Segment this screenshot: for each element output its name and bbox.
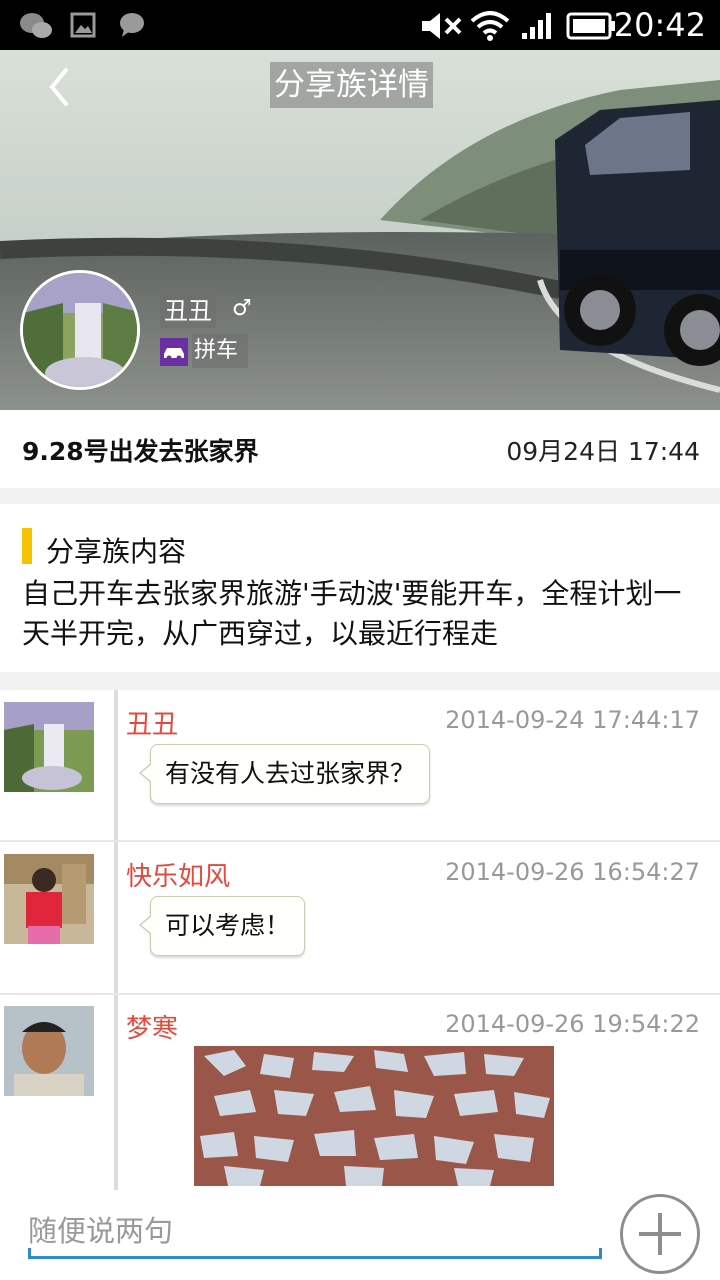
comment-author: 梦寒 <box>126 1014 179 1044</box>
row-divider <box>0 840 720 842</box>
input-underline-edge <box>599 1248 602 1259</box>
content-body: 自己开车去张家界旅游'手动波'要能开车，全程计划一天半开完，从广西穿过，以最近行… <box>22 577 682 650</box>
input-underline-edge <box>28 1248 31 1259</box>
timeline-line <box>114 690 118 1190</box>
trip-info: 9.28号出发去张家界 09月24日 17:44 <box>0 410 720 488</box>
content-heading: 分享族内容 <box>46 535 187 568</box>
battery-icon <box>566 12 615 40</box>
back-arrow-icon[interactable] <box>40 62 80 112</box>
comment-input-bar <box>0 1190 720 1280</box>
image-icon <box>70 12 96 38</box>
comment-author: 快乐如风 <box>126 862 231 892</box>
gender-icon: ♂ <box>232 296 252 321</box>
status-bar: 20:42 <box>0 0 720 50</box>
person-photo <box>4 1006 94 1096</box>
comment-avatar[interactable] <box>4 854 94 944</box>
comment-input[interactable] <box>28 1206 602 1256</box>
trip-title: 9.28号出发去张家界 <box>22 437 259 466</box>
page-title: 分享族详情 <box>270 62 433 108</box>
wifi-icon <box>470 11 510 41</box>
comment-bubble: 有没有人去过张家界？ <box>138 744 431 804</box>
status-time: 20:42 <box>613 6 706 44</box>
message-icon <box>120 13 144 37</box>
comment-avatar[interactable] <box>4 1006 94 1096</box>
section-divider <box>0 672 720 690</box>
waterfall-photo <box>4 702 94 792</box>
row-divider <box>0 993 720 995</box>
ride-tag: 拼车 <box>192 334 249 368</box>
person-photo <box>4 854 94 944</box>
content-section: 分享族内容 自己开车去张家界旅游'手动波'要能开车，全程计划一天半开完，从广西穿… <box>0 504 720 672</box>
user-avatar[interactable] <box>20 270 140 390</box>
plus-icon <box>639 1213 681 1255</box>
car-icon <box>160 338 188 366</box>
comment-time: 2014-09-26 19:54:22 <box>445 1010 700 1038</box>
comment-author: 丑丑 <box>126 710 179 740</box>
comment-time: 2014-09-26 16:54:27 <box>445 858 700 886</box>
comment-image[interactable] <box>194 1046 554 1186</box>
trip-datetime: 09月24日 17:44 <box>506 437 700 466</box>
user-name: 丑丑 <box>160 294 216 328</box>
section-marker <box>22 528 32 564</box>
add-button[interactable] <box>620 1194 700 1274</box>
section-divider <box>0 488 720 504</box>
input-underline <box>28 1256 602 1259</box>
comment-list: 丑丑 2014-09-24 17:44:17 有没有人去过张家界？ 快乐如风 2… <box>0 690 720 1190</box>
comment-time: 2014-09-24 17:44:17 <box>445 706 700 734</box>
comment-bubble: 可以考虑！ <box>138 896 306 956</box>
header-banner: 分享族详情 丑丑 ♂ 拼车 <box>0 50 720 410</box>
signal-icon <box>522 13 551 39</box>
comment-avatar[interactable] <box>4 702 94 792</box>
stone-photo <box>194 1046 554 1186</box>
wechat-icon <box>20 13 52 38</box>
mute-icon <box>422 13 462 39</box>
